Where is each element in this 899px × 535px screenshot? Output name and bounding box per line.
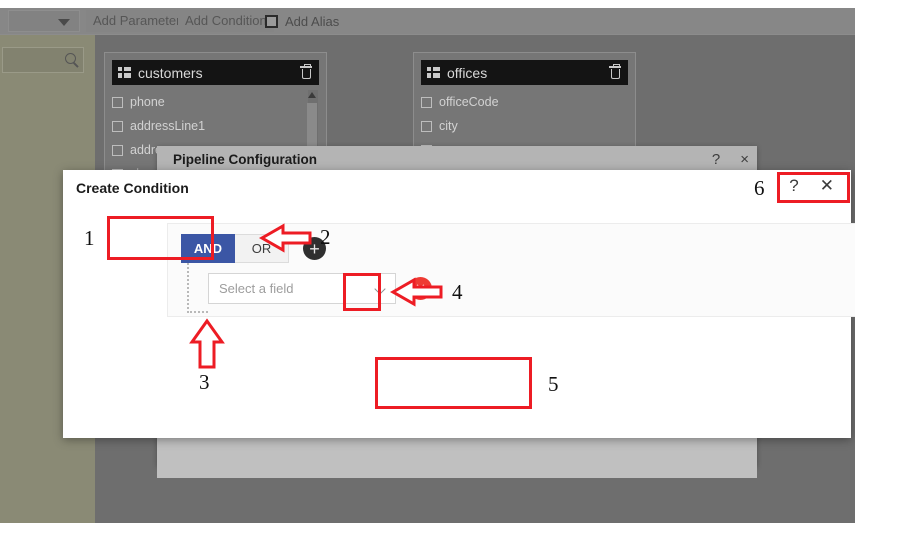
field-checkbox[interactable] <box>112 120 123 132</box>
annotation-number-4: 4 <box>452 280 463 304</box>
help-icon[interactable]: ? <box>712 152 720 167</box>
search-input[interactable] <box>2 47 84 73</box>
page-title: Create Condition <box>76 180 189 196</box>
chevron-down-icon <box>58 19 70 26</box>
logic-row: AND OR + <box>181 234 326 263</box>
table-icon <box>118 67 131 78</box>
chevron-down-icon <box>374 283 386 295</box>
annotation-number-1: 1 <box>84 226 95 250</box>
trash-icon[interactable] <box>300 64 312 79</box>
table-name: customers <box>138 64 203 81</box>
add-alias-label: Add Alias <box>285 13 340 29</box>
field-checkbox[interactable] <box>112 144 123 156</box>
close-icon[interactable]: ✕ <box>820 177 834 194</box>
table-name: offices <box>447 64 488 81</box>
logic-and-button[interactable]: AND <box>181 234 235 263</box>
pipeline-window-title: Pipeline Configuration <box>173 152 317 167</box>
annotation-number-2: 2 <box>320 225 331 249</box>
and-or-toggle[interactable]: AND OR <box>181 234 289 263</box>
field-label: addressLine1 <box>130 119 206 133</box>
pipeline-window-controls: ? × <box>712 146 749 173</box>
field-label: phone <box>130 95 165 109</box>
toolbar-dropdown[interactable] <box>8 10 80 32</box>
table-card-header: customers <box>112 60 319 85</box>
add-alias-control[interactable]: Add Alias <box>265 10 339 32</box>
remove-condition-button[interactable]: ✕ <box>409 277 432 300</box>
select-field-dropdown[interactable]: Select a field <box>208 273 396 304</box>
field-label: city <box>439 119 458 133</box>
bottom-margin <box>0 523 899 535</box>
list-item[interactable]: city <box>421 114 628 138</box>
app-toolbar: Add Parameter Add Condition Add Alias <box>0 8 855 35</box>
add-parameter-button[interactable]: Add Parameter <box>86 10 188 32</box>
help-icon[interactable]: ? <box>789 177 798 194</box>
modal-header: Create Condition ? ✕ <box>63 170 851 208</box>
field-checkbox[interactable] <box>112 96 123 108</box>
table-icon <box>427 67 440 78</box>
add-condition-button[interactable]: Add Condition <box>178 10 274 32</box>
list-item[interactable]: officeCode <box>421 90 628 114</box>
right-margin <box>855 0 899 535</box>
field-label: officeCode <box>439 95 499 109</box>
condition-group-panel: AND OR + Select a field ✕ <box>167 223 885 317</box>
tree-connector-horizontal <box>187 311 208 313</box>
list-item[interactable]: phone <box>112 90 319 114</box>
modal-window-controls: ? ✕ <box>780 174 843 197</box>
select-field-placeholder: Select a field <box>219 281 294 296</box>
field-checkbox[interactable] <box>421 120 432 132</box>
table-card-header: offices <box>421 60 628 85</box>
annotation-number-3: 3 <box>199 370 210 394</box>
condition-row: Select a field ✕ <box>208 273 432 304</box>
screenshot-root: Add Parameter Add Condition Add Alias cu… <box>0 0 899 535</box>
logic-or-button[interactable]: OR <box>235 234 289 263</box>
scroll-up-icon[interactable] <box>308 92 316 98</box>
close-icon[interactable]: × <box>740 152 749 167</box>
trash-icon[interactable] <box>609 64 621 79</box>
search-icon <box>65 53 76 64</box>
field-checkbox[interactable] <box>421 96 432 108</box>
pipeline-title-bar: Pipeline Configuration ? × <box>157 146 757 173</box>
annotation-number-6: 6 <box>754 176 765 200</box>
tree-connector-vertical <box>187 263 189 313</box>
list-item[interactable]: addressLine1 <box>112 114 319 138</box>
add-alias-checkbox[interactable] <box>265 14 278 28</box>
top-margin <box>0 0 855 8</box>
annotation-number-5: 5 <box>548 372 559 396</box>
